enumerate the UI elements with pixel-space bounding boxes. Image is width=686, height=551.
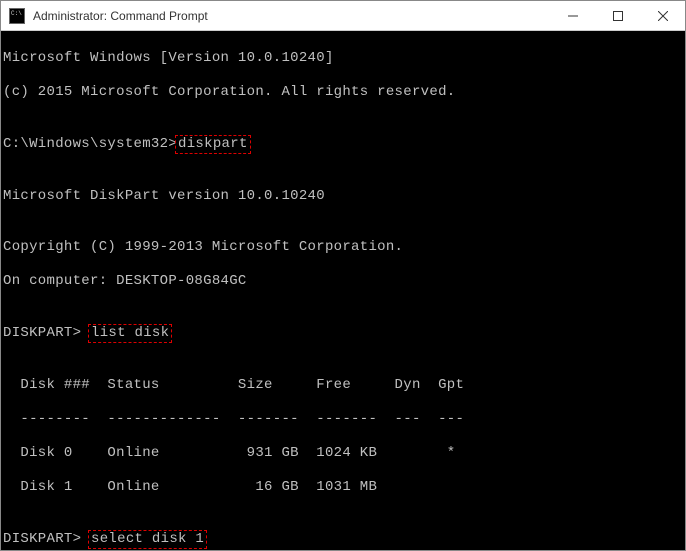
output-line: Copyright (C) 1999-2013 Microsoft Corpor… <box>3 239 685 256</box>
command-prompt-window: Administrator: Command Prompt Microsoft … <box>0 0 686 551</box>
close-button[interactable] <box>640 1 685 30</box>
output-line: (c) 2015 Microsoft Corporation. All righ… <box>3 84 685 101</box>
window-controls <box>550 1 685 30</box>
prompt-text: DISKPART> <box>3 531 90 547</box>
table-row: Disk 1 Online 16 GB 1031 MB <box>3 479 685 496</box>
command-highlighted: select disk 1 <box>88 530 207 549</box>
output-line: Microsoft DiskPart version 10.0.10240 <box>3 188 685 205</box>
prompt-line: DISKPART> list disk <box>3 324 685 343</box>
prompt-text: DISKPART> <box>3 325 90 341</box>
prompt-line: C:\Windows\system32>diskpart <box>3 135 685 154</box>
table-row: Disk 0 Online 931 GB 1024 KB * <box>3 445 685 462</box>
minimize-button[interactable] <box>550 1 595 30</box>
table-divider: -------- ------------- ------- ------- -… <box>3 411 685 428</box>
titlebar[interactable]: Administrator: Command Prompt <box>1 1 685 31</box>
table-header: Disk ### Status Size Free Dyn Gpt <box>3 377 685 394</box>
terminal-output[interactable]: Microsoft Windows [Version 10.0.10240] (… <box>1 31 685 550</box>
maximize-button[interactable] <box>595 1 640 30</box>
window-title: Administrator: Command Prompt <box>33 9 550 23</box>
prompt-text: C:\Windows\system32> <box>3 136 177 152</box>
cmd-icon <box>9 8 25 24</box>
output-line: On computer: DESKTOP-08G84GC <box>3 273 685 290</box>
command-highlighted: list disk <box>88 324 172 343</box>
output-line: Microsoft Windows [Version 10.0.10240] <box>3 50 685 67</box>
prompt-line: DISKPART> select disk 1 <box>3 530 685 549</box>
command-highlighted: diskpart <box>175 135 251 154</box>
